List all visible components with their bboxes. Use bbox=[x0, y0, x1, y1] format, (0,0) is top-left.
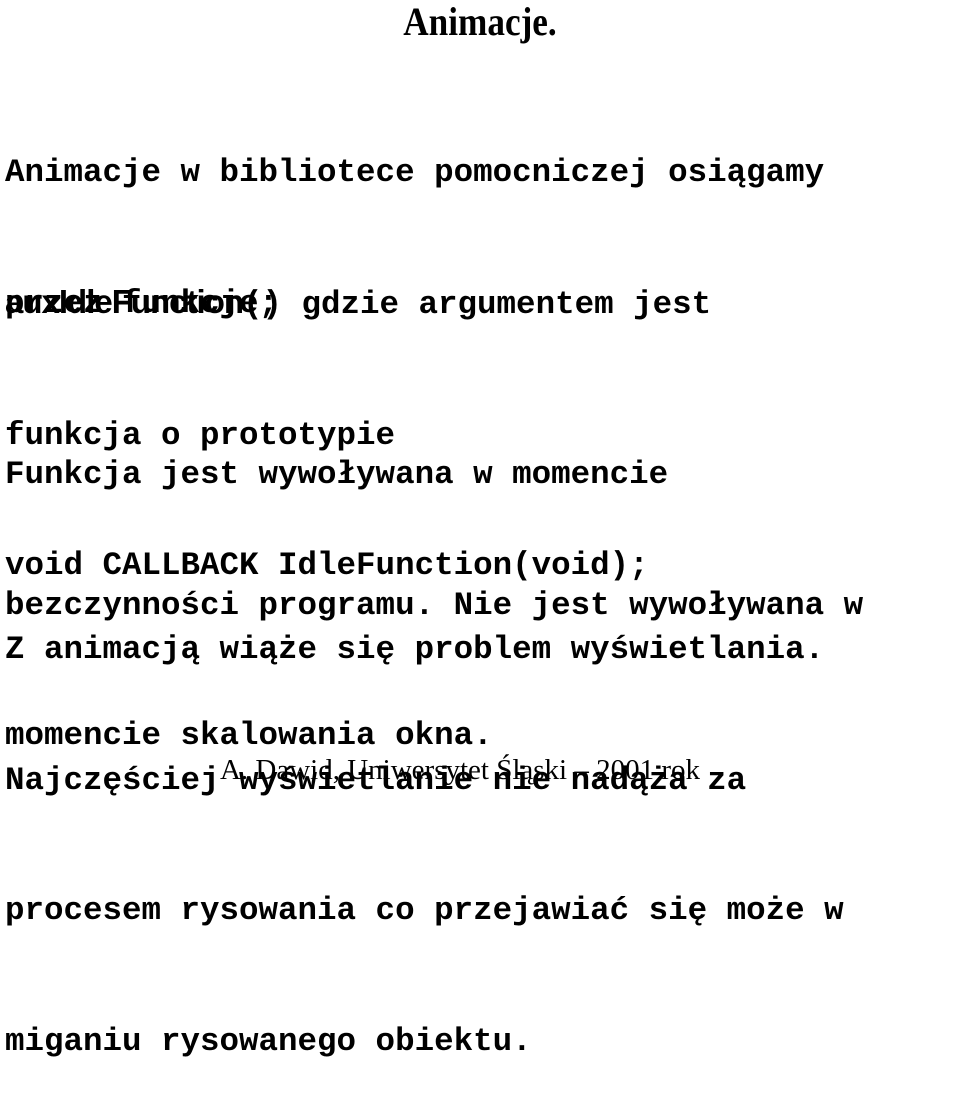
function-name: auxIdleFunction bbox=[5, 283, 244, 320]
paragraph-problem: Z animacją wiąże się problem wyświetlani… bbox=[5, 541, 844, 1107]
text-line: Animacje w bibliotece pomocniczej osiąga… bbox=[5, 154, 825, 191]
slide-title: Animacje. bbox=[403, 0, 557, 44]
text-line: miganiu rysowanego obiektu. bbox=[5, 1022, 532, 1060]
text-fragment: () gdzie argumentem jest bbox=[243, 286, 712, 323]
text-line: procesem rysowania co przejawiać się moż… bbox=[5, 892, 844, 929]
footer-credit: A. Dawid, Uniwersytet Śląski – 2001 rok bbox=[219, 754, 701, 786]
text-line: auxIdleFunction() gdzie argumentem jest bbox=[5, 280, 711, 327]
text-line: Z animacją wiąże się problem wyświetlani… bbox=[5, 631, 825, 668]
text-line: Funkcja jest wywoływana w momencie bbox=[5, 456, 669, 493]
